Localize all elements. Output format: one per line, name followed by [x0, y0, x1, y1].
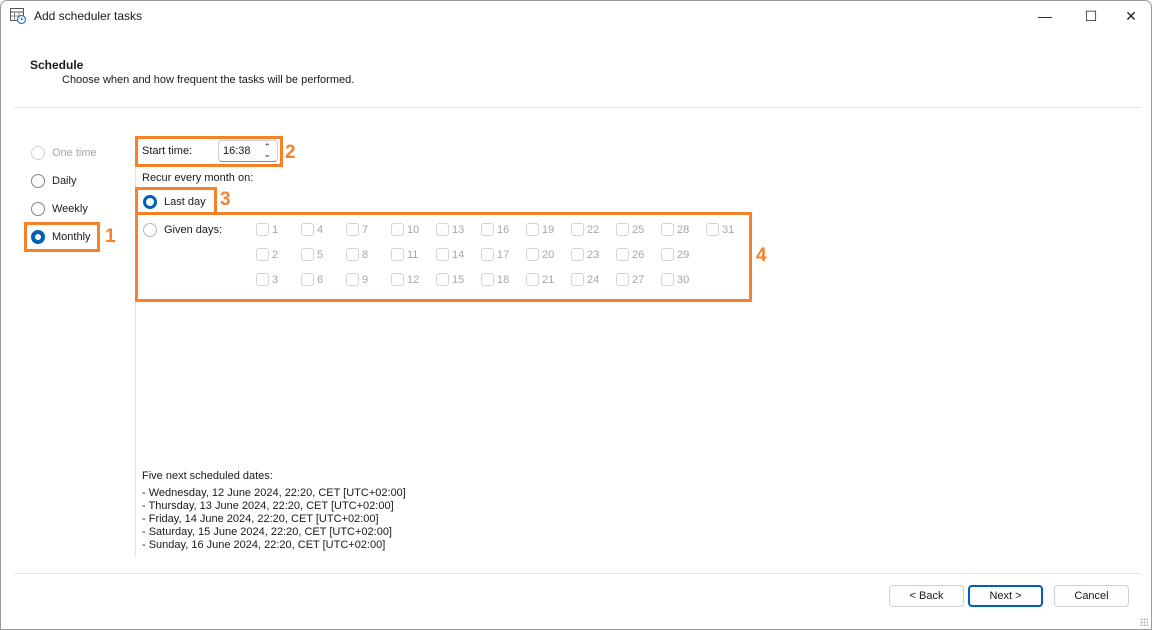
close-button[interactable]: ✕	[1108, 1, 1151, 31]
title-bar: Add scheduler tasks — ☐ ✕	[1, 1, 1151, 31]
annotation-box-3	[135, 187, 217, 215]
radio-label: Daily	[52, 175, 77, 187]
recur-label: Recur every month on:	[142, 172, 254, 184]
annotation-box-2	[135, 136, 283, 167]
annotation-number-4: 4	[756, 245, 767, 266]
page-title: Schedule	[30, 58, 84, 72]
next-dates-title: Five next scheduled dates:	[142, 470, 273, 482]
page-subtitle: Choose when and how frequent the tasks w…	[62, 74, 355, 86]
footer-divider	[14, 573, 1140, 574]
radio-circle[interactable]	[31, 202, 45, 216]
radio-daily[interactable]: Daily	[31, 174, 76, 188]
resize-grip-icon[interactable]	[1140, 618, 1148, 626]
back-button[interactable]: < Back	[889, 585, 964, 607]
radio-weekly[interactable]: Weekly	[31, 202, 88, 216]
next-date-item: - Saturday, 15 June 2024, 22:20, CET [UT…	[142, 526, 392, 538]
next-date-item: - Friday, 14 June 2024, 22:20, CET [UTC+…	[142, 513, 379, 525]
next-date-item: - Sunday, 16 June 2024, 22:20, CET [UTC+…	[142, 539, 386, 551]
dialog-window: Add scheduler tasks — ☐ ✕ Schedule Choos…	[0, 0, 1152, 630]
radio-circle[interactable]	[31, 174, 45, 188]
radio-one-time[interactable]: One time	[31, 146, 97, 160]
annotation-box-4	[135, 212, 752, 302]
radio-label: Weekly	[52, 203, 88, 215]
minimize-button[interactable]: —	[1022, 1, 1068, 31]
next-date-item: - Wednesday, 12 June 2024, 22:20, CET [U…	[142, 487, 406, 499]
radio-circle[interactable]	[31, 146, 45, 160]
radio-label: One time	[52, 147, 97, 159]
annotation-box-1	[24, 222, 100, 252]
annotation-number-2: 2	[285, 142, 296, 163]
window-title: Add scheduler tasks	[34, 9, 143, 23]
close-icon: ✕	[1125, 7, 1137, 24]
header-divider	[14, 107, 1140, 108]
cancel-button[interactable]: Cancel	[1054, 585, 1129, 607]
minimize-icon: —	[1038, 8, 1052, 24]
next-button[interactable]: Next >	[968, 585, 1043, 607]
annotation-number-3: 3	[220, 189, 231, 210]
annotation-number-1: 1	[105, 226, 116, 247]
next-date-item: - Thursday, 13 June 2024, 22:20, CET [UT…	[142, 500, 394, 512]
maximize-icon: ☐	[1084, 7, 1098, 24]
scheduler-calendar-icon	[10, 8, 26, 24]
